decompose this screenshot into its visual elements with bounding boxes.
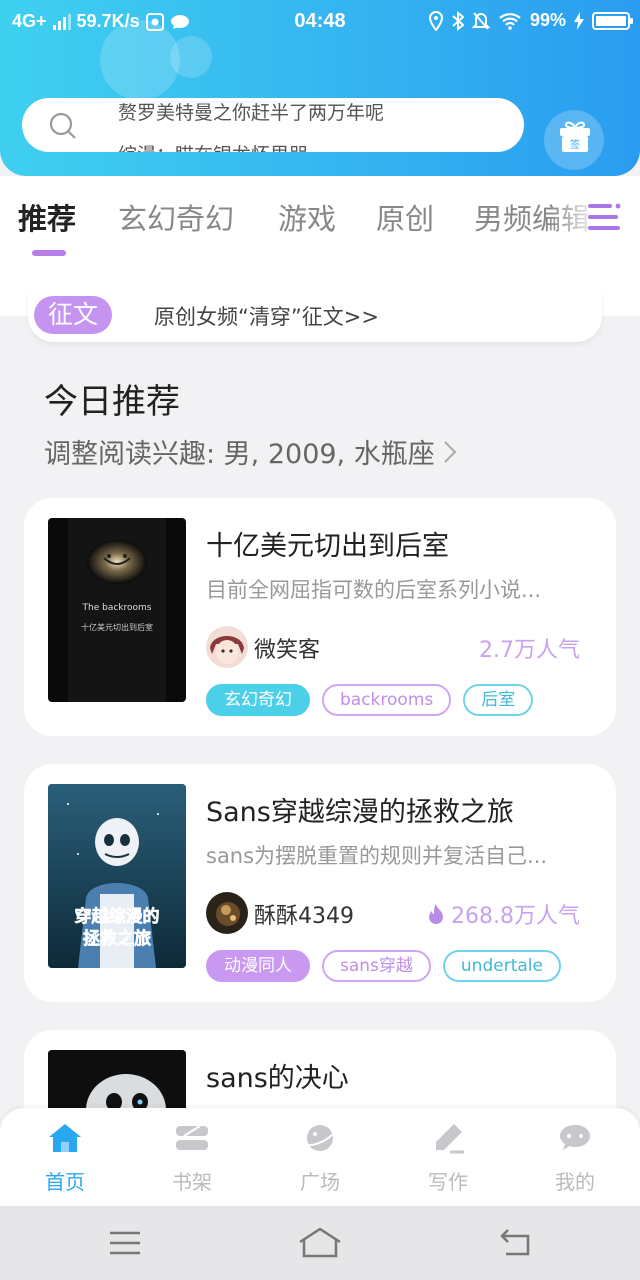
- search-suggestion: 赘罗美特曼之你赶半了两万年呢: [118, 102, 385, 124]
- tab-games[interactable]: 游戏: [278, 196, 336, 238]
- location-icon: [428, 10, 443, 31]
- nav-plaza[interactable]: 广场: [280, 1122, 360, 1195]
- battery-fill: [596, 15, 626, 26]
- book-card[interactable]: The backrooms 十亿美元切出到后室 十亿美元切出到后室 目前全网屈指…: [24, 498, 616, 736]
- contest-notice[interactable]: 征文 原创女频“清穿”征文>>: [28, 290, 602, 342]
- active-tab-indicator: [32, 250, 66, 256]
- mute-bell-icon: [471, 11, 490, 30]
- popularity: 2.7万人气: [479, 632, 580, 664]
- reading-interest-link[interactable]: 调整阅读兴趣: 男, 2009, 水瓶座: [44, 432, 457, 471]
- cover-title-cn: 十亿美元切出到后室: [81, 622, 153, 632]
- cover-title-line2: 拯救之旅: [83, 928, 151, 949]
- tab-original[interactable]: 原创: [376, 196, 434, 238]
- nav-label: 书架: [172, 1170, 212, 1194]
- tag[interactable]: 后室: [463, 684, 534, 716]
- notice-text: 原创女频“清穿”征文>>: [154, 305, 379, 329]
- home-icon: [49, 1124, 81, 1152]
- checkin-button[interactable]: 签: [544, 110, 604, 170]
- tag[interactable]: 玄幻奇幻: [206, 684, 310, 716]
- cover-title-en: The backrooms: [82, 603, 152, 613]
- book-tags: 动漫同人 sans穿越 undertale: [206, 950, 561, 982]
- search-suggestion: 综漫：瞄在银龙怀里哭: [118, 134, 384, 152]
- notice-badge: 征文: [34, 296, 113, 334]
- tag[interactable]: sans穿越: [322, 950, 431, 982]
- book-cover: The backrooms 十亿美元切出到后室: [48, 518, 186, 702]
- author-name: 酥酥4349: [254, 904, 354, 929]
- book-title: 十亿美元切出到后室: [206, 531, 449, 562]
- popularity-value: 2.7万人气: [479, 638, 580, 663]
- section-subtitle: 调整阅读兴趣: 男, 2009, 水瓶座: [44, 439, 435, 470]
- bookshelf-icon: [176, 1125, 208, 1150]
- home-system-icon[interactable]: [298, 1226, 342, 1260]
- pen-icon: [436, 1124, 464, 1154]
- chevron-right-icon: [444, 440, 457, 463]
- popularity-value: 268.8万人气: [451, 904, 580, 929]
- nav-write[interactable]: 写作: [408, 1122, 488, 1195]
- search-bar[interactable]: 赘罗美特曼之你赶半了两万年呢 综漫：瞄在银龙怀里哭: [22, 98, 524, 152]
- nav-home[interactable]: 首页: [25, 1122, 105, 1195]
- book-description: 目前全网屈指可数的后室系列小说...: [206, 578, 542, 602]
- recent-apps-icon[interactable]: [108, 1230, 142, 1256]
- tag[interactable]: undertale: [442, 950, 561, 982]
- book-card[interactable]: 穿越综漫的 拯救之旅 Sans穿越综漫的拯救之旅 sans为摆脱重置的规则并复活…: [24, 764, 616, 1002]
- author-avatar: [206, 626, 248, 668]
- nav-label: 首页: [45, 1170, 85, 1194]
- search-placeholder-rotator: 赘罗美特曼之你赶半了两万年呢 综漫：瞄在银龙怀里哭: [118, 98, 384, 152]
- popularity: 268.8万人气: [427, 898, 580, 930]
- nav-label: 广场: [300, 1170, 340, 1194]
- tab-recommend[interactable]: 推荐: [18, 196, 76, 238]
- book-title: sans的决心: [206, 1063, 349, 1094]
- system-navigation-bar: [0, 1206, 640, 1280]
- back-icon[interactable]: [498, 1228, 532, 1258]
- flame-icon: [429, 904, 444, 924]
- book-title: Sans穿越综漫的拯救之旅: [206, 797, 514, 828]
- chat-bubble-icon: [560, 1125, 590, 1150]
- nav-bookshelf[interactable]: 书架: [152, 1122, 232, 1195]
- book-description: sans为摆脱重置的规则并复活自己...: [206, 844, 548, 868]
- bottom-navigation: 首页 书架 广场 写作 我的: [0, 1108, 640, 1206]
- tag[interactable]: 动漫同人: [206, 950, 310, 982]
- bluetooth-icon: [452, 10, 464, 31]
- section-title: 今日推荐: [44, 382, 180, 422]
- tag[interactable]: backrooms: [322, 684, 452, 716]
- battery-percent: 99%: [529, 10, 566, 30]
- book-cover: 穿越综漫的 拯救之旅: [48, 784, 186, 968]
- author-avatar: [206, 892, 248, 934]
- author-name: 微笑客: [254, 638, 321, 663]
- app-header: 4G+ 59.7K/s 04:48 99% 赘罗美特曼之你赶半了两万年呢 综漫：…: [0, 0, 640, 176]
- cover-title-line1: 穿越综漫的: [75, 906, 160, 927]
- wifi-icon: [499, 12, 521, 30]
- book-tags: 玄幻奇幻 backrooms 后室: [206, 684, 534, 716]
- planet-icon: [303, 1125, 337, 1151]
- search-icon: [49, 112, 76, 139]
- charging-icon: [574, 11, 584, 30]
- tab-fantasy[interactable]: 玄幻奇幻: [118, 196, 234, 238]
- battery-icon: [592, 11, 633, 30]
- nav-me[interactable]: 我的: [535, 1122, 615, 1195]
- gift-icon: 签: [560, 121, 590, 152]
- gift-label: 签: [570, 138, 580, 151]
- menu-icon[interactable]: [588, 202, 622, 232]
- nav-label: 写作: [428, 1170, 468, 1194]
- status-bar: 4G+ 59.7K/s 04:48 99%: [0, 0, 640, 44]
- nav-label: 我的: [555, 1170, 595, 1194]
